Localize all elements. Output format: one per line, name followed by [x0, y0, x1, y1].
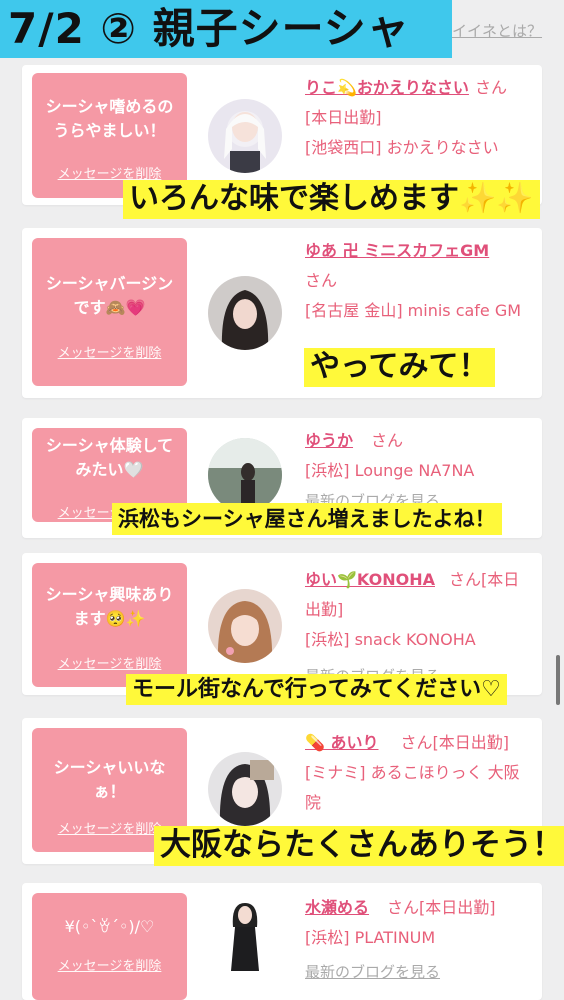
honorific: さん[本日出勤] [387, 898, 496, 917]
sender-info: 💊 あいり さん[本日出勤] [ミナミ] あるこほりっく 大阪院 [305, 728, 533, 818]
honorific: さん[本日出勤] [400, 733, 510, 752]
caption-overlay: 大阪ならたくさんありそう！ [154, 826, 564, 866]
avatar[interactable] [208, 438, 282, 512]
sender-info: りこ💫おかえりなさい さん [本日出勤] [池袋西口] おかえりなさい [305, 73, 533, 163]
avatar[interactable] [208, 99, 282, 173]
message-text: シーシャ嗜めるの うらやましい！ [45, 97, 174, 140]
message-text: シーシャいいな ぁ！ [53, 758, 166, 801]
sender-info: 水瀬める さん[本日出勤] [浜松] PLATINUM 最新のブログを見る [305, 893, 533, 987]
message-text: シーシャ興味あり ます🥺✨ [45, 585, 174, 628]
sender-name-link[interactable]: ゆうか [305, 431, 353, 450]
scrollbar-thumb[interactable] [556, 655, 560, 705]
avatar[interactable] [208, 752, 282, 826]
sender-name-link[interactable]: りこ💫おかえりなさい [305, 78, 469, 97]
message-text: シーシャ体験して みたい🤍 [45, 436, 174, 479]
sender-info: ゆい🌱KONOHAさん[本日出勤] [浜松] snack KONOHA 最新のブ… [305, 565, 533, 691]
sender-name-link[interactable]: 💊 あいり [305, 733, 379, 752]
message-card: ¥(◦`ꈊ´◦)/♡ メッセージを削除 水瀬める さん[本日出勤] [浜松] PL… [22, 883, 542, 1000]
shop-line: [ミナミ] あるこほりっく 大阪院 [305, 763, 520, 812]
message-text: シーシャバージン です🙈💗 [45, 274, 174, 317]
sender-name-link[interactable]: ゆあ 卍 ミニスカフェGM [305, 241, 489, 260]
shop-line: [浜松] PLATINUM [305, 928, 436, 947]
status-line: [本日出勤] [305, 108, 382, 127]
shop-line: [浜松] Lounge NA7NA [305, 461, 475, 480]
message-text: ¥(◦`ꈊ´◦)/♡ [64, 917, 155, 936]
caption-overlay: 浜松もシーシャ屋さん増えましたよね！ [112, 503, 502, 536]
latest-blog-link[interactable]: 最新のブログを見る [305, 963, 440, 981]
caption-overlay: やってみて！ [304, 348, 495, 387]
iine-help-link[interactable]: イイネとは？ [452, 20, 542, 41]
honorific: さん [474, 78, 507, 97]
caption-overlay: いろんな味で楽しめます✨✨ [123, 180, 540, 219]
shop-line: [池袋西口] おかえりなさい [305, 138, 499, 157]
sender-info: ゆあ 卍 ミニスカフェGM さん [名古屋 金山] minis cafe GM [305, 236, 533, 326]
page-title: 7/2 ② 親子シーシャ [8, 4, 410, 53]
sender-name-link[interactable]: ゆい🌱KONOHA [305, 570, 435, 589]
message-box: ¥(◦`ꈊ´◦)/♡ メッセージを削除 [32, 893, 187, 1000]
caption-overlay: モール街なんで行ってみてください♡ [126, 674, 507, 706]
avatar[interactable] [215, 897, 275, 971]
title-banner: 7/2 ② 親子シーシャ [0, 0, 452, 58]
honorific: さん [305, 271, 338, 290]
message-box: シーシャ興味あり ます🥺✨ メッセージを削除 [32, 563, 187, 687]
delete-message-button[interactable]: メッセージを削除 [32, 342, 187, 361]
honorific: さん [371, 431, 404, 450]
delete-message-button[interactable]: メッセージを削除 [32, 653, 187, 672]
delete-message-button[interactable]: メッセージを削除 [32, 955, 187, 974]
avatar[interactable] [208, 276, 282, 350]
sender-name-link[interactable]: 水瀬める [305, 898, 369, 917]
message-box: シーシャバージン です🙈💗 メッセージを削除 [32, 238, 187, 386]
shop-line: [浜松] snack KONOHA [305, 630, 476, 649]
avatar[interactable] [208, 589, 282, 663]
shop-line: [名古屋 金山] minis cafe GM [305, 301, 522, 320]
